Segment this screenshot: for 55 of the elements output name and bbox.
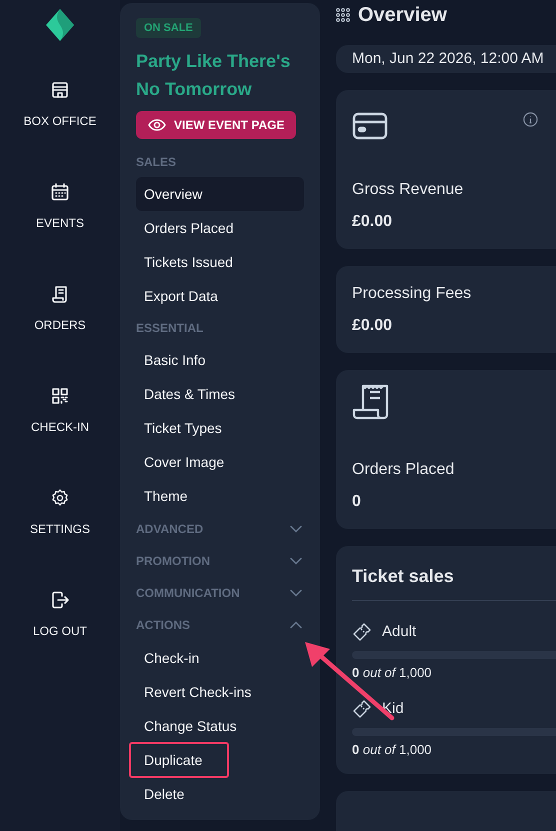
section-heading: ESSENTIAL [136,320,204,337]
stat-value: 0 [352,492,362,512]
nav-item[interactable]: Basic Info [136,343,304,377]
rail-nav-label[interactable]: ORDERS [34,318,86,332]
rail-nav-label[interactable]: EVENTS [36,216,84,230]
qr-code-icon [50,386,70,406]
stat-label: Processing Fees [352,284,472,304]
card-title: Ticket sales [352,565,455,588]
settings-icon [50,488,70,508]
rail-nav-label[interactable]: LOG OUT [32,624,87,638]
page-title: Overview [358,3,447,28]
ticket-icon [352,699,372,719]
ticket-count: 0 out of 1,000 [352,665,433,681]
rail-nav-label[interactable]: BOX OFFICE [24,114,96,128]
nav-item[interactable]: Ticket Types [136,411,304,445]
nav-item[interactable]: Tickets Issued [136,245,304,279]
view-event-page-button[interactable]: VIEW EVENT PAGE [136,111,296,139]
credit-card-icon [352,112,388,140]
nav-item[interactable]: Delete [136,777,304,811]
stat-value: £0.00 [352,212,394,232]
ticket-icon [352,622,372,642]
calendar-icon [50,182,70,202]
event-title: Party Like There's No Tomorrow [136,50,292,101]
nav-item[interactable]: Revert Check-ins [136,675,304,709]
ticket-name: Adult [382,622,416,642]
stat-label: Gross Revenue [352,180,464,200]
section-heading: SALES [136,154,176,171]
nav-item[interactable]: Orders Placed [136,211,304,245]
eye-icon [148,119,166,131]
chevron-up-icon[interactable] [290,621,302,629]
rail-nav-label[interactable]: CHECK-IN [30,420,89,434]
event-date: Mon, Jun 22 2026, 12:00 AM [352,48,544,69]
chevron-down-icon[interactable] [290,557,302,565]
nav-item[interactable]: Change Status [136,709,304,743]
ticket-count: 0 out of 1,000 [352,742,433,758]
rail-nav-label[interactable]: SETTINGS [30,522,90,536]
nav-item[interactable]: Theme [136,479,304,513]
chevron-down-icon[interactable] [290,525,302,533]
receipt-icon [50,284,70,304]
chevron-down-icon[interactable] [290,589,302,597]
nav-item[interactable]: Overview [136,177,304,211]
logo-icon[interactable] [45,8,75,42]
stat-label: Orders Placed [352,460,456,480]
grid-icon [336,8,350,22]
nav-item[interactable]: Cover Image [136,445,304,479]
status-badge: ON SALE [136,18,201,38]
info-icon[interactable] [523,112,538,127]
nav-item[interactable]: Dates & Times [136,377,304,411]
nav-item[interactable]: Check-in [136,641,304,675]
nav-item[interactable]: Duplicate [136,743,304,777]
nav-item[interactable]: Export Data [136,279,304,313]
logout-icon [50,590,70,610]
stat-value: £0.00 [352,316,394,336]
receipt-icon [352,384,390,420]
storefront-icon [50,80,70,100]
